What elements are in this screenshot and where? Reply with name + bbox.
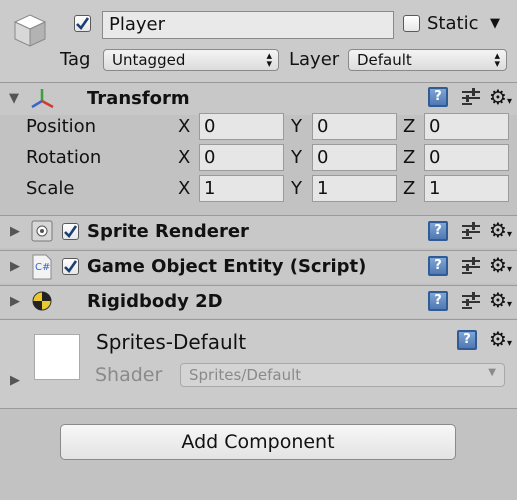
layer-dropdown[interactable]: Default ▴ ▾ — [348, 49, 507, 71]
tag-dropdown-value: Untagged — [112, 51, 186, 69]
foldout-collapsed-icon[interactable]: ▶ — [10, 259, 20, 274]
tag-label: Tag — [60, 49, 91, 70]
game-object-entity-title: Game Object Entity (Script) — [87, 256, 367, 277]
help-icon[interactable]: ? — [428, 87, 448, 107]
help-icon[interactable]: ? — [428, 221, 448, 241]
tag-dropdown[interactable]: Untagged ▴ ▾ — [103, 49, 279, 71]
rotation-y-label[interactable]: Y — [291, 147, 302, 168]
dropdown-arrows-icon: ▴ ▾ — [494, 49, 500, 70]
csharp-script-icon: C# — [30, 254, 54, 280]
position-y-label[interactable]: Y — [291, 116, 302, 137]
rotation-x-field[interactable]: 0 — [199, 144, 284, 171]
sprite-renderer-enabled-checkbox[interactable] — [62, 223, 79, 240]
scale-x-field[interactable]: 1 — [199, 175, 284, 202]
preset-sliders-icon[interactable] — [460, 221, 482, 241]
help-icon[interactable]: ? — [428, 291, 448, 311]
scale-z-label[interactable]: Z — [403, 178, 415, 199]
position-x-field[interactable]: 0 — [199, 113, 284, 140]
sprite-renderer-icon — [30, 219, 54, 243]
help-icon[interactable]: ? — [428, 256, 448, 276]
layer-label: Layer — [289, 49, 340, 70]
position-y-field[interactable]: 0 — [312, 113, 397, 140]
foldout-collapsed-icon[interactable]: ▶ — [10, 373, 20, 388]
static-dropdown-arrow-icon[interactable]: ▼ — [490, 16, 500, 31]
layer-dropdown-value: Default — [357, 51, 412, 69]
active-checkbox[interactable] — [74, 15, 91, 32]
preset-sliders-icon[interactable] — [460, 256, 482, 276]
material-name: Sprites-Default — [96, 330, 247, 354]
position-z-field[interactable]: 0 — [424, 113, 509, 140]
preset-sliders-icon[interactable] — [460, 87, 482, 107]
shader-dropdown-value: Sprites/Default — [189, 366, 302, 384]
rotation-x-label[interactable]: X — [178, 147, 190, 168]
shader-dropdown[interactable]: Sprites/Default ▼ — [180, 363, 505, 387]
rigidbody-2d-icon — [30, 289, 54, 313]
foldout-collapsed-icon[interactable]: ▶ — [10, 224, 20, 239]
rotation-label: Rotation — [26, 147, 102, 168]
position-z-label[interactable]: Z — [403, 116, 415, 137]
scale-x-label[interactable]: X — [178, 178, 190, 199]
rotation-y-field[interactable]: 0 — [312, 144, 397, 171]
position-x-label[interactable]: X — [178, 116, 190, 137]
transform-axes-icon — [30, 87, 56, 111]
foldout-expanded-icon[interactable]: ▼ — [9, 91, 19, 106]
rotation-z-field[interactable]: 0 — [424, 144, 509, 171]
shader-label: Shader — [95, 364, 163, 386]
help-icon[interactable]: ? — [457, 330, 477, 350]
rigidbody-2d-title: Rigidbody 2D — [87, 291, 223, 312]
chevron-down-icon: ▼ — [488, 367, 496, 378]
scale-y-label[interactable]: Y — [291, 178, 302, 199]
dropdown-arrows-icon: ▴ ▾ — [266, 49, 272, 70]
add-component-button[interactable]: Add Component — [60, 424, 456, 460]
divider — [0, 408, 517, 409]
position-label: Position — [26, 116, 97, 137]
name-input[interactable]: Player — [102, 11, 394, 39]
preset-sliders-icon[interactable] — [460, 291, 482, 311]
static-checkbox[interactable] — [403, 15, 420, 32]
transform-title: Transform — [87, 88, 190, 109]
game-object-entity-enabled-checkbox[interactable] — [62, 258, 79, 275]
gear-icon[interactable]: ⚙▾ — [489, 329, 512, 354]
material-preview[interactable] — [34, 334, 80, 380]
static-label: Static — [427, 13, 479, 34]
gear-icon[interactable]: ⚙▾ — [489, 220, 512, 245]
scale-y-field[interactable]: 1 — [312, 175, 397, 202]
gear-icon[interactable]: ⚙▾ — [489, 255, 512, 280]
scale-label: Scale — [26, 178, 75, 199]
sprite-renderer-title: Sprite Renderer — [87, 221, 249, 242]
foldout-collapsed-icon[interactable]: ▶ — [10, 294, 20, 309]
scale-z-field[interactable]: 1 — [424, 175, 509, 202]
rotation-z-label[interactable]: Z — [403, 147, 415, 168]
gameobject-cube-icon — [12, 12, 48, 48]
gear-icon[interactable]: ⚙▾ — [489, 290, 512, 315]
gear-icon[interactable]: ⚙▾ — [489, 87, 512, 112]
